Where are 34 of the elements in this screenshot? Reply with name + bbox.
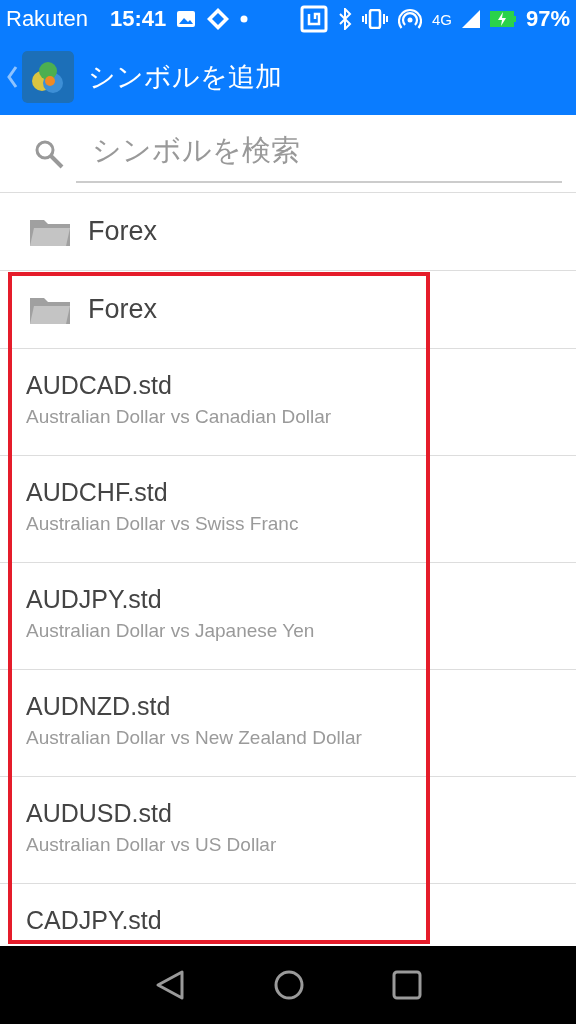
diamond-icon [206, 7, 231, 31]
folder-name[interactable]: Forex [88, 294, 158, 325]
symbol-name[interactable]: AUDNZD.std [26, 692, 171, 721]
battery-icon [489, 11, 516, 27]
recents-icon[interactable] [392, 970, 423, 1000]
bluetooth-icon [337, 8, 352, 30]
dot-icon [240, 15, 249, 23]
symbol-name[interactable]: AUDCAD.std [26, 371, 172, 400]
folder-icon [30, 295, 70, 324]
nfc-icon [299, 5, 328, 33]
symbol-description: Australian Dollar vs Canadian Dollar [26, 406, 332, 428]
app-logo-icon [22, 50, 74, 103]
hotspot-icon [397, 8, 422, 30]
search-icon [34, 138, 64, 169]
symbol-name[interactable]: CADJPY.std [26, 906, 162, 935]
symbol-description: Australian Dollar vs Japanese Yen [26, 620, 315, 642]
vibrate-icon [361, 9, 388, 29]
battery-percent: 97% [525, 6, 570, 32]
home-icon[interactable] [273, 969, 305, 1001]
symbol-name[interactable]: AUDJPY.std [26, 585, 162, 614]
folder-name[interactable]: Forex [88, 216, 158, 247]
symbol-description: Australian Dollar vs New Zealand Dollar [26, 727, 362, 749]
symbol-name[interactable]: AUDCHF.std [26, 478, 168, 507]
search-field[interactable]: シンボルを検索 [76, 124, 562, 183]
clock: 15:41 [109, 6, 167, 32]
signal-icon [461, 10, 480, 28]
carrier-name: Rakuten [6, 6, 88, 32]
network-type: 4G [431, 10, 452, 28]
screen-title: シンボルを追加 [88, 60, 282, 94]
symbol-description: Australian Dollar vs Swiss Franc [26, 513, 299, 535]
symbol-name[interactable]: AUDUSD.std [26, 799, 172, 828]
symbol-description: Australian Dollar vs US Dollar [26, 834, 277, 856]
folder-icon [30, 217, 70, 246]
image-icon [176, 10, 197, 28]
